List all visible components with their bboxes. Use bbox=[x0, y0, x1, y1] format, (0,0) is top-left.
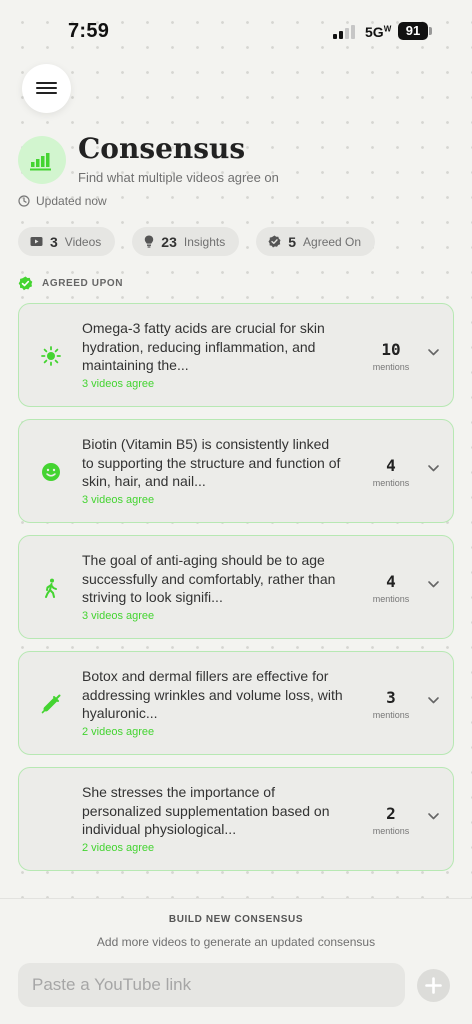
mentions-count: 3 bbox=[386, 688, 396, 707]
mentions-count: 4 bbox=[386, 456, 396, 475]
hamburger-icon bbox=[36, 82, 57, 84]
stat-videos-label: Videos bbox=[64, 234, 102, 249]
video-icon bbox=[30, 237, 43, 246]
menu-button[interactable] bbox=[22, 64, 71, 113]
stats-row: 3 Videos 23 Insights 5 Agreed On bbox=[18, 227, 376, 256]
consensus-card[interactable]: Botox and dermal fillers are effective f… bbox=[18, 651, 454, 755]
mentions-label: mentions bbox=[372, 710, 410, 720]
agree-count: 3 videos agree bbox=[82, 378, 155, 390]
consensus-statement: The goal of anti-aging should be to age … bbox=[82, 552, 336, 605]
updated-status: Updated now bbox=[18, 194, 107, 208]
consensus-statement: Biotin (Vitamin B5) is consistently link… bbox=[82, 436, 341, 489]
chevron-down-icon[interactable] bbox=[427, 464, 440, 473]
battery-icon: 91 bbox=[398, 22, 428, 40]
mentions: 4 mentions bbox=[359, 456, 423, 488]
build-title: BUILD NEW CONSENSUS bbox=[168, 914, 304, 925]
mentions-count: 10 bbox=[381, 340, 401, 359]
consensus-card[interactable]: She stresses the importance of personali… bbox=[18, 767, 454, 871]
page-subtitle: Find what multiple videos agree on bbox=[78, 170, 279, 185]
consensus-card[interactable]: Biotin (Vitamin B5) is consistently link… bbox=[18, 419, 454, 523]
stat-insights-label: Insights bbox=[183, 234, 226, 249]
syringe-icon bbox=[41, 694, 61, 714]
section-title: AGREED UPON bbox=[42, 278, 124, 289]
lightbulb-icon bbox=[145, 235, 154, 248]
stat-insights-value: 23 bbox=[161, 233, 177, 250]
stat-insights: 23 Insights bbox=[132, 227, 240, 256]
mentions-label: mentions bbox=[372, 826, 410, 836]
mentions-label: mentions bbox=[372, 478, 410, 488]
mentions: 4 mentions bbox=[359, 572, 423, 604]
verified-badge-icon bbox=[268, 235, 281, 248]
stat-agreed-value: 5 bbox=[288, 233, 297, 250]
add-video-button[interactable] bbox=[417, 969, 450, 1002]
consensus-statement: Botox and dermal fillers are effective f… bbox=[82, 668, 343, 721]
walking-person-icon bbox=[45, 578, 57, 598]
build-consensus-panel: BUILD NEW CONSENSUS Add more videos to g… bbox=[0, 898, 472, 1024]
mentions-label: mentions bbox=[372, 594, 410, 604]
mentions: 10 mentions bbox=[359, 340, 423, 372]
check-badge-icon bbox=[18, 276, 33, 291]
agree-count: 3 videos agree bbox=[82, 494, 155, 506]
youtube-link-input[interactable] bbox=[18, 963, 405, 1007]
stat-videos-value: 3 bbox=[50, 233, 58, 250]
mentions-label: mentions bbox=[372, 362, 410, 372]
clock-icon bbox=[18, 195, 30, 207]
chevron-down-icon[interactable] bbox=[427, 348, 440, 357]
agree-count: 2 videos agree bbox=[82, 726, 155, 738]
stat-videos: 3 Videos bbox=[18, 227, 116, 256]
consensus-statement: Omega-3 fatty acids are crucial for skin… bbox=[82, 320, 325, 373]
consensus-card[interactable]: Omega-3 fatty acids are crucial for skin… bbox=[18, 303, 454, 407]
status-time: 7:59 bbox=[68, 20, 110, 42]
chevron-down-icon[interactable] bbox=[427, 580, 440, 589]
battery-tip bbox=[429, 27, 432, 35]
updated-label: Updated now bbox=[36, 194, 107, 208]
mentions-count: 4 bbox=[386, 572, 396, 591]
network-label: 5GW bbox=[365, 24, 392, 40]
agree-count: 2 videos agree bbox=[82, 842, 155, 854]
page-title: Consensus bbox=[78, 132, 246, 165]
chevron-down-icon[interactable] bbox=[427, 812, 440, 821]
bar-chart-icon bbox=[18, 136, 66, 184]
stat-agreed: 5 Agreed On bbox=[256, 227, 376, 256]
status-bar: 7:59 5GW 91 bbox=[0, 0, 472, 62]
consensus-card[interactable]: The goal of anti-aging should be to age … bbox=[18, 535, 454, 639]
mentions: 2 mentions bbox=[359, 804, 423, 836]
mentions-count: 2 bbox=[386, 804, 396, 823]
build-subtitle: Add more videos to generate an updated c… bbox=[96, 935, 376, 949]
chevron-down-icon[interactable] bbox=[427, 696, 440, 705]
section-heading: AGREED UPON bbox=[18, 276, 123, 291]
sun-icon bbox=[41, 346, 61, 366]
agree-count: 3 videos agree bbox=[82, 610, 155, 622]
signal-icon bbox=[333, 25, 357, 39]
smiley-face-icon bbox=[42, 463, 60, 481]
plus-icon bbox=[425, 977, 442, 994]
mentions: 3 mentions bbox=[359, 688, 423, 720]
stat-agreed-label: Agreed On bbox=[303, 234, 362, 249]
consensus-statement: She stresses the importance of personali… bbox=[82, 784, 330, 837]
